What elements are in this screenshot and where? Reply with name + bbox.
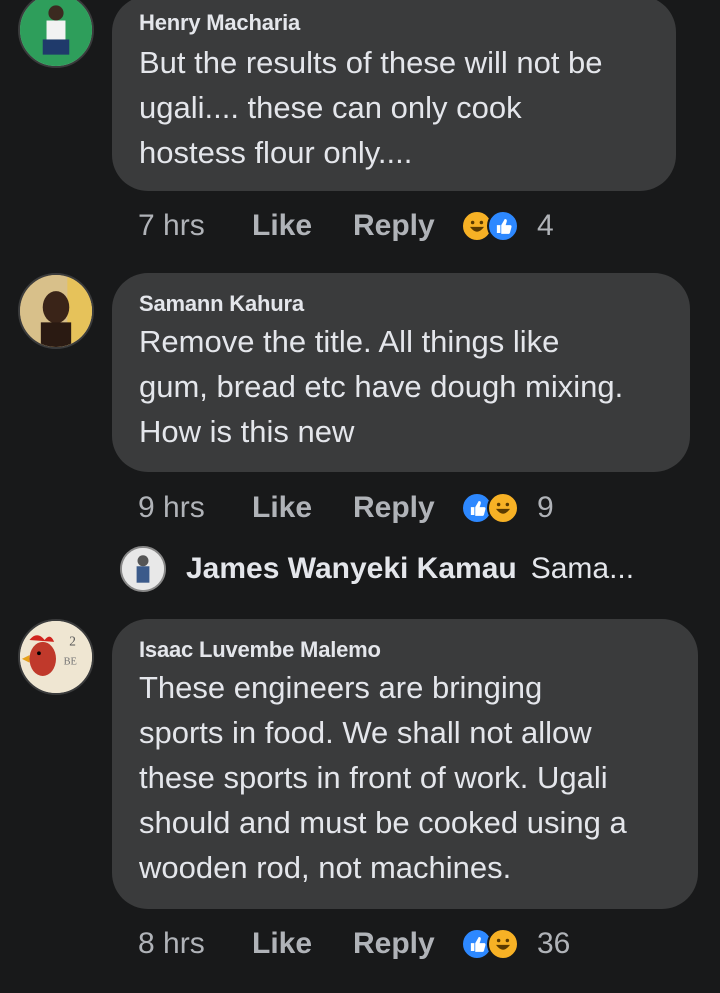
comment-author[interactable]: Henry Macharia [139, 10, 650, 36]
comment-bubble: Samann Kahura Remove the title. All thin… [112, 273, 690, 472]
reactions[interactable] [461, 928, 525, 960]
svg-text:BE: BE [64, 657, 77, 668]
reply-button[interactable]: Reply [353, 491, 461, 525]
person-icon [122, 548, 164, 590]
comment-text: But the results of these will not be uga… [139, 45, 603, 170]
reply-author[interactable]: James Wanyeki Kamau [186, 552, 517, 586]
avatar[interactable] [120, 546, 166, 592]
reply-preview[interactable]: James Wanyeki Kamau Sama... [120, 543, 634, 595]
comment-author[interactable]: Samann Kahura [139, 291, 664, 317]
comment-meta: 8 hrs Like Reply 36 [138, 922, 570, 966]
like-button[interactable]: Like [252, 209, 353, 243]
svg-text:2: 2 [69, 634, 76, 649]
comment-meta: 9 hrs Like Reply 9 [138, 486, 554, 530]
timestamp[interactable]: 9 hrs [138, 491, 252, 525]
reaction-count: 9 [537, 491, 554, 524]
haha-icon [487, 492, 519, 524]
reactions[interactable] [461, 210, 525, 242]
comment-bubble: Henry Macharia But the results of these … [112, 0, 676, 191]
like-button[interactable]: Like [252, 491, 353, 525]
comment-text: Remove the title. All things like gum, b… [139, 324, 624, 449]
person-icon [20, 275, 92, 347]
reaction-count: 36 [537, 927, 571, 960]
rooster-icon: 2 BE [20, 621, 92, 693]
reply-button[interactable]: Reply [353, 209, 461, 243]
reactions[interactable] [461, 492, 525, 524]
timestamp[interactable]: 8 hrs [138, 927, 252, 961]
comment-author[interactable]: Isaac Luvembe Malemo [139, 637, 672, 663]
timestamp[interactable]: 7 hrs [138, 209, 252, 243]
like-icon [487, 210, 519, 242]
comment-text: These engineers are bringing sports in f… [139, 670, 627, 885]
comment-meta: 7 hrs Like Reply 4 [138, 204, 554, 248]
avatar[interactable] [18, 273, 94, 349]
reply-button[interactable]: Reply [353, 927, 461, 961]
like-button[interactable]: Like [252, 927, 353, 961]
reaction-count: 4 [537, 209, 554, 242]
comment-bubble: Isaac Luvembe Malemo These engineers are… [112, 619, 698, 909]
avatar[interactable]: 2 BE [18, 619, 94, 695]
avatar[interactable] [18, 0, 94, 68]
haha-icon [487, 928, 519, 960]
person-icon [20, 0, 92, 66]
reply-snippet: Sama... [530, 552, 635, 585]
